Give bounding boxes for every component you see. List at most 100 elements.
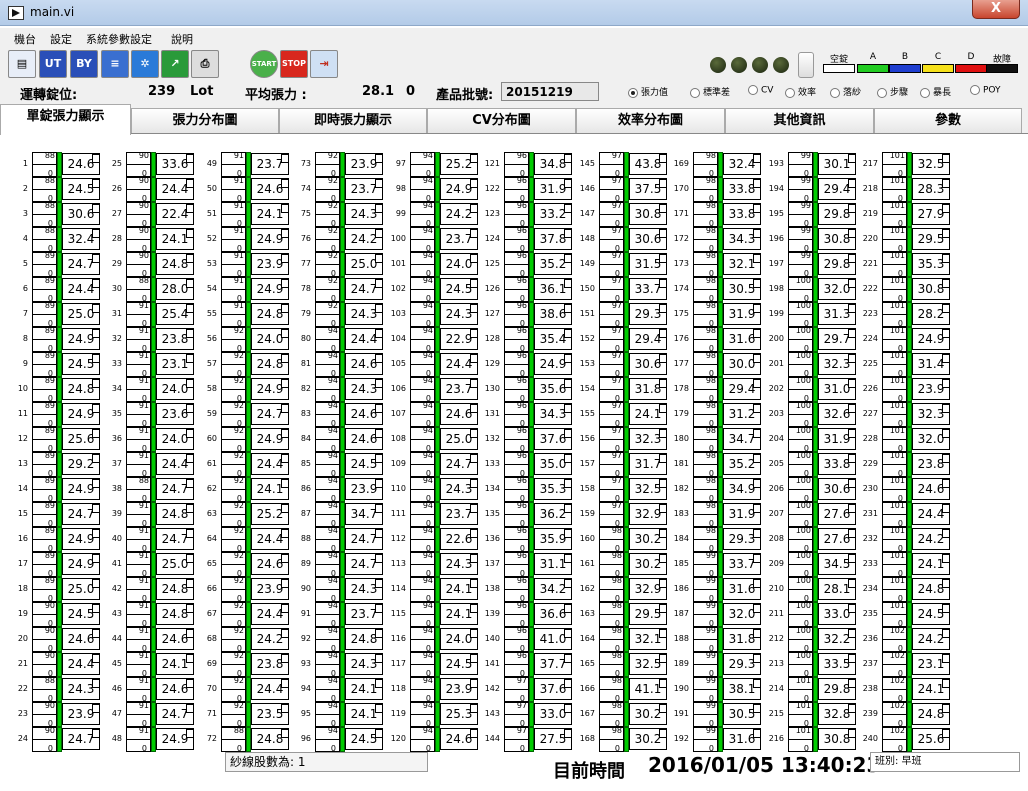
exit-icon[interactable]: ⇥ [310, 50, 338, 78]
spindle-gauge: 91 0 [126, 701, 151, 728]
gauge-divider [316, 339, 339, 340]
spindle-checkbox[interactable] [942, 379, 950, 388]
radio-落紗[interactable]: 落紗 [830, 85, 861, 98]
gauge-divider [127, 539, 150, 540]
spindle-number: 30 [111, 284, 122, 293]
radio-暴長[interactable]: 暴長 [920, 85, 951, 98]
spindle-gauge: 91 0 [126, 376, 151, 403]
spindle-checkbox[interactable] [942, 704, 950, 713]
printer-icon[interactable]: ⎙ [191, 50, 219, 78]
gauge-max: 92 [233, 576, 244, 585]
tab-bar: 單錠張力顯示 張力分布圖 即時張力顯示 CV分布圖 效率分布圖 其他資訊 參數 [0, 104, 1028, 135]
radio-張力值[interactable]: 張力值 [628, 85, 668, 98]
gauge-divider [789, 489, 812, 490]
gear-icon[interactable]: ✲ [131, 50, 159, 78]
gauge-divider [222, 239, 245, 240]
tab-4[interactable]: CV分布圖 [427, 108, 576, 134]
spindle-number: 128 [484, 334, 500, 343]
gauge-max: 89 [44, 351, 55, 360]
spindle-checkbox[interactable] [942, 229, 950, 238]
gauge-max: 99 [800, 251, 811, 260]
gauge-max: 88 [44, 226, 55, 235]
tab-6[interactable]: 其他資訊 [725, 108, 874, 134]
spindle-number: 180 [673, 434, 689, 443]
tab-5[interactable]: 效率分布圖 [576, 108, 725, 134]
spindle-checkbox[interactable] [942, 254, 950, 263]
chart-icon[interactable]: ↗ [161, 50, 189, 78]
spindle-checkbox[interactable] [942, 679, 950, 688]
gauge-max: 102 [889, 701, 905, 710]
spindle-gauge: 101 0 [882, 551, 907, 578]
spindle-gauge: 89 0 [32, 476, 57, 503]
spindle-gauge: 96 0 [504, 426, 529, 453]
spindle-checkbox[interactable] [942, 504, 950, 513]
menu-help[interactable]: 說明 [171, 31, 193, 47]
spindle-checkbox[interactable] [942, 529, 950, 538]
radio-label: 張力值 [641, 88, 669, 98]
spindle-gauge: 89 0 [32, 451, 57, 478]
ut-button[interactable]: UT [39, 50, 67, 78]
spindle-checkbox[interactable] [942, 729, 950, 738]
spindle-checkbox[interactable] [942, 604, 950, 613]
spindle-checkbox[interactable] [942, 179, 950, 188]
spindle-checkbox[interactable] [942, 354, 950, 363]
report-icon[interactable]: ▤ [8, 50, 36, 78]
toolbar: ▤ UT BY ≡ ✲ ↗ ⎙ START STOP ⇥ 空錠 A B C D 故障 [0, 48, 1028, 80]
spindle-gauge: 94 0 [410, 526, 435, 553]
spindle-number: 58 [206, 384, 217, 393]
database-icon[interactable]: ≡ [101, 50, 129, 78]
gauge-max: 90 [44, 726, 55, 735]
close-window-button[interactable]: X [972, 0, 1020, 19]
gauge-divider [316, 514, 339, 515]
tab-7[interactable]: 參數 [874, 108, 1022, 134]
radio-標準差[interactable]: 標準差 [690, 85, 730, 98]
gauge-max: 92 [327, 201, 338, 210]
radio-CV[interactable]: CV [748, 85, 773, 96]
stop-button[interactable]: STOP [280, 50, 308, 78]
spindle-checkbox[interactable] [942, 554, 950, 563]
start-button[interactable]: START [250, 50, 278, 78]
spindle-checkbox[interactable] [942, 404, 950, 413]
legend-swatch [922, 64, 954, 73]
tab-1[interactable]: 單錠張力顯示 [0, 104, 131, 135]
spindle-checkbox[interactable] [942, 154, 950, 163]
spindle-gauge: 94 0 [410, 301, 435, 328]
spindle-gauge: 99 0 [788, 251, 813, 278]
spindle-checkbox[interactable] [942, 454, 950, 463]
spindle-checkbox[interactable] [942, 479, 950, 488]
menu-settings[interactable]: 設定 [50, 31, 72, 47]
radio-步驟[interactable]: 步驟 [877, 85, 908, 98]
gauge-max: 94 [422, 301, 433, 310]
gauge-max: 94 [422, 476, 433, 485]
gauge-max: 90 [44, 701, 55, 710]
spindle-checkbox[interactable] [942, 329, 950, 338]
menu-system-params[interactable]: 系統參數設定 [86, 31, 152, 47]
spindle-checkbox[interactable] [942, 629, 950, 638]
spindle-number: 190 [673, 684, 689, 693]
spindle-checkbox[interactable] [942, 304, 950, 313]
spindle-checkbox[interactable] [942, 204, 950, 213]
gauge-max: 88 [138, 276, 149, 285]
gauge-max: 94 [422, 526, 433, 535]
spindle-checkbox[interactable] [942, 654, 950, 663]
spindle-number: 184 [673, 534, 689, 543]
radio-效率[interactable]: 效率 [785, 85, 816, 98]
menu-machine[interactable]: 機台 [14, 31, 36, 47]
batch-field[interactable]: 20151219 [501, 82, 599, 101]
spindle-checkbox[interactable] [942, 429, 950, 438]
spindle-checkbox[interactable] [942, 279, 950, 288]
radio-POY[interactable]: POY [970, 85, 1001, 96]
spindle-gauge: 94 0 [410, 176, 435, 203]
spindle-number: 159 [579, 509, 595, 518]
slider-knob[interactable] [798, 52, 814, 78]
by-button[interactable]: BY [70, 50, 98, 78]
gauge-max: 90 [138, 151, 149, 160]
spindle-checkbox[interactable] [942, 579, 950, 588]
tab-3[interactable]: 即時張力顯示 [279, 108, 427, 134]
tab-2[interactable]: 張力分布圖 [131, 108, 279, 134]
gauge-divider [127, 589, 150, 590]
gauge-divider [600, 239, 623, 240]
spindle-gauge: 90 0 [32, 701, 57, 728]
spindle-gauge: 94 0 [315, 701, 340, 728]
spindle-number: 216 [768, 734, 784, 743]
